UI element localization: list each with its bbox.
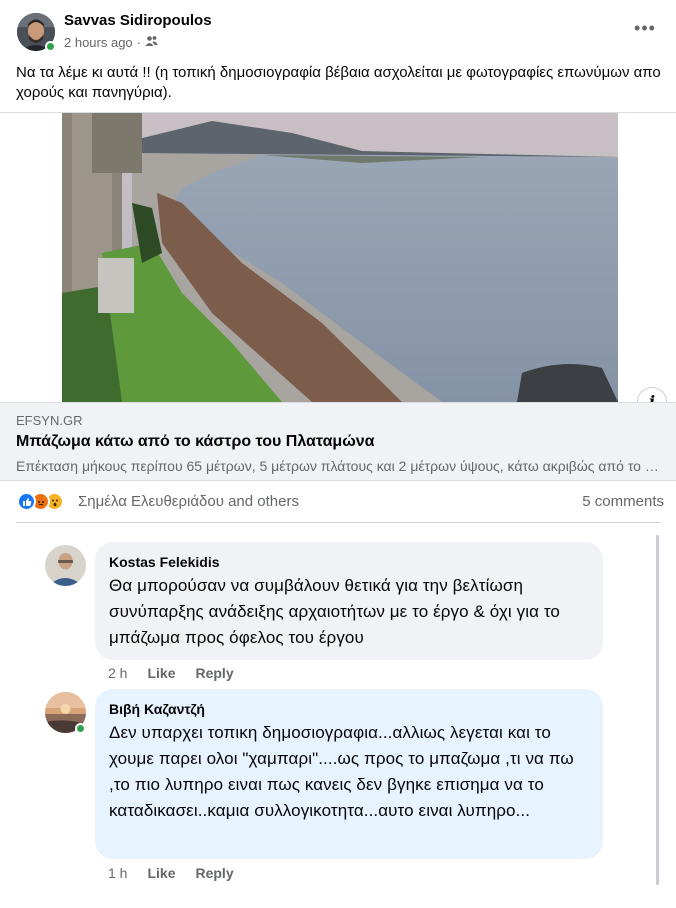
link-preview-card[interactable]: i EFSYN.GR Μπάζωμα κάτω από το κάστρο το… xyxy=(0,112,676,481)
online-status-dot xyxy=(45,41,56,52)
post-author-name[interactable]: Savvas Sidiropoulos xyxy=(64,12,212,29)
comment-text: Δεν υπαρχει τοπικη δημοσιογραφια...αλλιω… xyxy=(109,723,574,820)
reaction-icons[interactable] xyxy=(17,492,64,511)
comment-reply-button[interactable]: Reply xyxy=(195,865,233,881)
more-options-icon[interactable]: ••• xyxy=(630,18,660,42)
comment-actions: 2 h Like Reply xyxy=(108,665,234,681)
comment-bubble: Kostas Felekidis Θα μπορούσαν να συμβάλο… xyxy=(95,542,603,660)
comment-text: Θα μπορούσαν να συμβάλουν θετικά για την… xyxy=(109,576,560,647)
comment-time[interactable]: 1 h xyxy=(108,865,127,881)
comment-time[interactable]: 2 h xyxy=(108,665,127,681)
reactions-bar: Σημέλα Ελευθεριάδου and others 5 comment… xyxy=(0,489,676,515)
link-preview-body[interactable]: EFSYN.GR Μπάζωμα κάτω από το κάστρο του … xyxy=(0,402,676,481)
commenter-avatar[interactable] xyxy=(45,545,86,586)
comment-author[interactable]: Βιβή Καζαντζή xyxy=(109,698,589,720)
link-title[interactable]: Μπάζωμα κάτω από το κάστρο του Πλαταμώνα xyxy=(16,433,374,451)
comment-like-button[interactable]: Like xyxy=(147,665,175,681)
scrollbar[interactable] xyxy=(656,535,659,885)
comment-reply-button[interactable]: Reply xyxy=(195,665,233,681)
link-preview-image[interactable] xyxy=(62,113,618,402)
comment-author[interactable]: Kostas Felekidis xyxy=(109,551,589,573)
link-description: Επέκταση μήκους περίπου 65 μέτρων, 5 μέτ… xyxy=(16,458,660,474)
comments-count[interactable]: 5 comments xyxy=(582,493,664,510)
post-header: Savvas Sidiropoulos 2 hours ago · ••• xyxy=(0,0,676,60)
friends-icon[interactable] xyxy=(145,35,158,50)
comment-bubble: Βιβή Καζαντζή Δεν υπαρχει τοπικη δημοσιο… xyxy=(95,689,603,859)
divider xyxy=(16,522,660,523)
comment-actions: 1 h Like Reply xyxy=(108,865,234,881)
like-icon xyxy=(17,492,36,511)
post-text: Να τα λέμε κι αυτά !! (η τοπική δημοσιογ… xyxy=(16,64,661,101)
link-domain: EFSYN.GR xyxy=(16,413,83,428)
post-meta: 2 hours ago · xyxy=(64,35,158,50)
post-time[interactable]: 2 hours ago xyxy=(64,35,133,50)
online-status-dot xyxy=(75,723,86,734)
comment-like-button[interactable]: Like xyxy=(147,865,175,881)
reaction-names[interactable]: Σημέλα Ελευθεριάδου and others xyxy=(78,493,299,510)
